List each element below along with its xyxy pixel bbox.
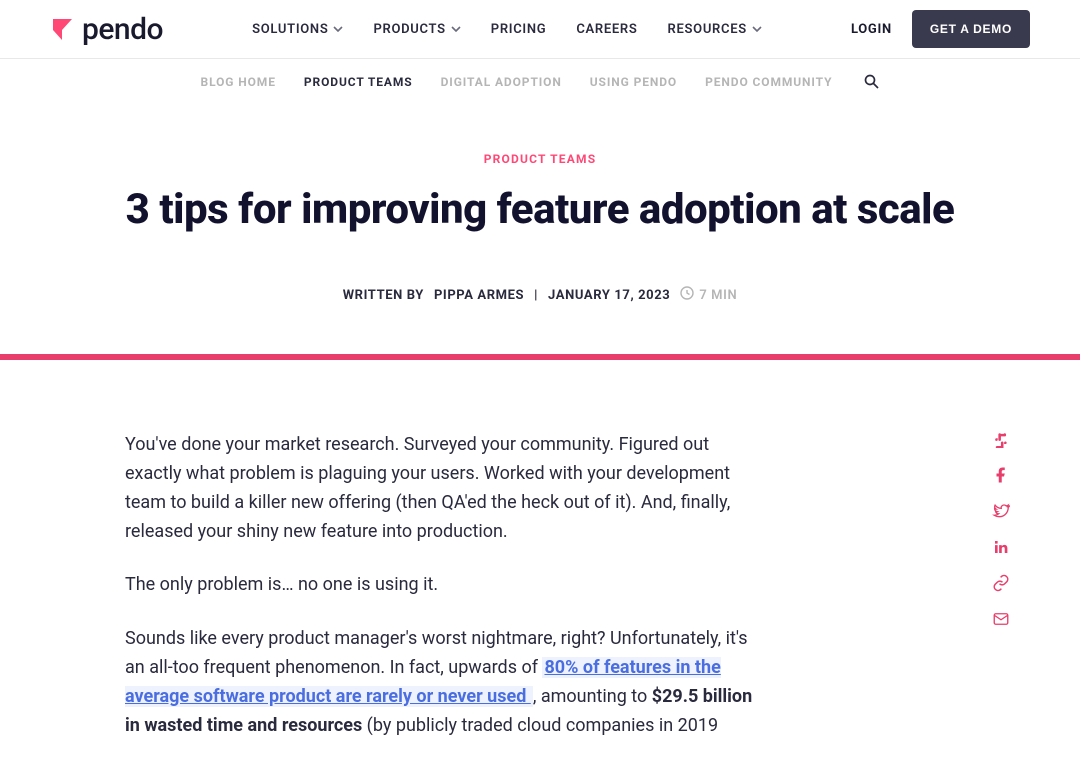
article-container: You've done your market research. Survey… <box>105 360 975 740</box>
paragraph: Sounds like every product manager's wors… <box>125 624 770 741</box>
category-tag[interactable]: PRODUCT TEAMS <box>40 152 1040 166</box>
clock-icon <box>680 286 694 304</box>
byline: WRITTEN BY PIPPA ARMES | JANUARY 17, 202… <box>40 286 1040 304</box>
nav-actions: LOGIN GET A DEMO <box>851 10 1030 48</box>
nav-label: SOLUTIONS <box>252 22 328 37</box>
publish-date: JANUARY 17, 2023 <box>548 288 670 303</box>
author-name[interactable]: PIPPA ARMES <box>434 288 524 303</box>
top-nav: pendo SOLUTIONS PRODUCTS PRICING CAREERS… <box>0 0 1080 59</box>
email-icon[interactable] <box>992 610 1010 628</box>
paragraph: The only problem is… no one is using it. <box>125 570 770 599</box>
article-body: You've done your market research. Survey… <box>125 430 770 740</box>
nav-solutions[interactable]: SOLUTIONS <box>252 22 343 37</box>
subnav-using-pendo[interactable]: USING PENDO <box>590 75 677 89</box>
search-icon[interactable] <box>864 74 879 89</box>
blog-sub-nav: BLOG HOME PRODUCT TEAMS DIGITAL ADOPTION… <box>0 59 1080 104</box>
main-menu: SOLUTIONS PRODUCTS PRICING CAREERS RESOU… <box>252 22 762 37</box>
nav-careers[interactable]: CAREERS <box>576 22 637 37</box>
article-title: 3 tips for improving feature adoption at… <box>40 186 1040 234</box>
byline-prefix: WRITTEN BY <box>343 288 424 303</box>
facebook-icon[interactable] <box>992 466 1010 484</box>
login-link[interactable]: LOGIN <box>851 22 892 37</box>
share-rail <box>992 430 1010 628</box>
nav-pricing[interactable]: PRICING <box>491 22 547 37</box>
twitter-icon[interactable] <box>992 502 1010 520</box>
byline-separator: | <box>534 288 538 303</box>
nav-label: CAREERS <box>576 22 637 37</box>
paragraph: You've done your market research. Survey… <box>125 430 770 547</box>
logo-text: pendo <box>82 12 163 47</box>
read-time: 7 MIN <box>680 286 737 304</box>
linkedin-icon[interactable] <box>992 538 1010 556</box>
link-icon[interactable] <box>992 574 1010 592</box>
logo-icon <box>50 16 76 42</box>
nav-label: PRICING <box>491 22 547 37</box>
subnav-digital-adoption[interactable]: DIGITAL ADOPTION <box>441 75 562 89</box>
chevron-down-icon <box>333 26 343 32</box>
nav-resources[interactable]: RESOURCES <box>668 22 762 37</box>
nav-products[interactable]: PRODUCTS <box>373 22 460 37</box>
read-time-value: 7 MIN <box>699 288 737 303</box>
article-hero: PRODUCT TEAMS 3 tips for improving featu… <box>0 104 1080 354</box>
text-span: , amounting to <box>533 686 652 707</box>
chevron-down-icon <box>752 26 762 32</box>
subnav-community[interactable]: PENDO COMMUNITY <box>705 75 832 89</box>
chevron-down-icon <box>451 26 461 32</box>
nav-label: PRODUCTS <box>373 22 445 37</box>
text-span: (by publicly traded cloud companies in 2… <box>362 715 718 736</box>
subnav-blog-home[interactable]: BLOG HOME <box>201 75 276 89</box>
slack-icon[interactable] <box>992 430 1010 448</box>
logo[interactable]: pendo <box>50 12 163 47</box>
get-demo-button[interactable]: GET A DEMO <box>912 10 1030 48</box>
subnav-product-teams[interactable]: PRODUCT TEAMS <box>304 75 413 89</box>
nav-label: RESOURCES <box>668 22 747 37</box>
